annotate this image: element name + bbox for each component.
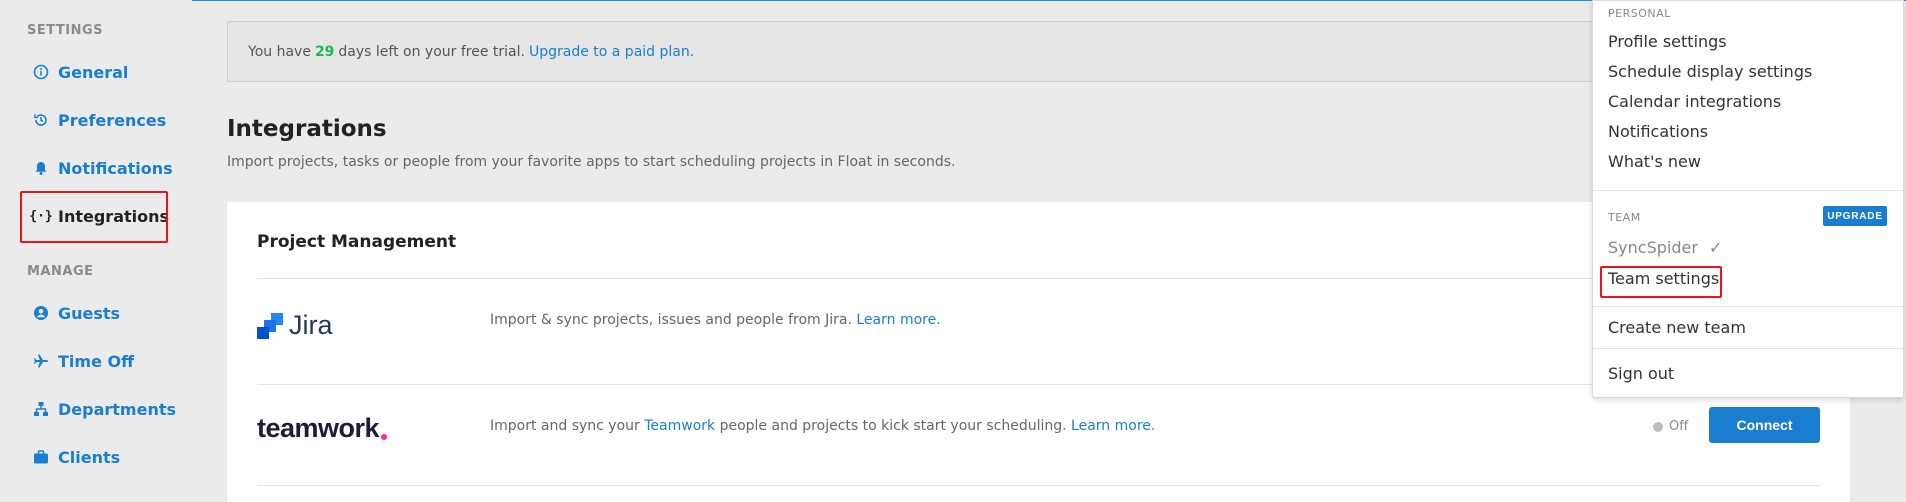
personal-section-title: PERSONAL xyxy=(1608,7,1671,20)
sidebar-item-label: Notifications xyxy=(58,158,173,178)
menu-item-create-new-team[interactable]: Create new team xyxy=(1608,318,1746,337)
trial-days: 29 xyxy=(314,43,335,60)
sidebar-item-preferences[interactable]: Preferences xyxy=(32,108,166,132)
trial-prefix: You have xyxy=(248,43,311,60)
sidebar-item-time-off[interactable]: Time Off xyxy=(32,349,134,373)
teamwork-status: Off xyxy=(1653,419,1688,434)
jira-wordmark: Jira xyxy=(289,310,333,340)
trial-suffix: days left on your free trial. xyxy=(338,43,525,60)
sidebar-item-departments[interactable]: Departments xyxy=(32,397,176,421)
status-dot-icon xyxy=(1653,421,1663,432)
team-section-title: TEAM xyxy=(1608,211,1641,224)
jira-icon xyxy=(257,312,283,339)
menu-separator xyxy=(1593,348,1903,349)
info-icon xyxy=(32,63,50,81)
divider xyxy=(257,278,1820,279)
briefcase-icon xyxy=(32,448,50,466)
settings-sidebar: SETTINGS General Preferences Notificatio… xyxy=(0,0,192,496)
sidebar-item-label: General xyxy=(58,62,129,82)
sidebar-item-general[interactable]: General xyxy=(32,60,128,84)
jira-description: Import & sync projects, issues and peopl… xyxy=(490,312,941,328)
sidebar-item-guests[interactable]: Guests xyxy=(32,301,120,325)
teamwork-description: Import and sync your Teamwork people and… xyxy=(490,418,1155,434)
sidebar-item-notifications[interactable]: Notifications xyxy=(32,156,173,180)
menu-separator xyxy=(1593,306,1903,307)
highlight-team-settings xyxy=(1600,266,1722,298)
teamwork-wordmark: teamwork xyxy=(257,413,380,443)
teamwork-desc-post: people and projects to kick start your s… xyxy=(719,418,1067,434)
sidebar-item-label: Guests xyxy=(58,303,121,323)
menu-item-current-team[interactable]: SyncSpider ✓ xyxy=(1608,238,1722,257)
check-icon: ✓ xyxy=(1709,238,1723,257)
highlight-integrations xyxy=(20,191,168,243)
user-circle-icon xyxy=(32,304,50,322)
jira-desc-text: Import & sync projects, issues and peopl… xyxy=(490,312,852,328)
menu-item-whats-new[interactable]: What's new xyxy=(1608,152,1701,171)
divider xyxy=(257,485,1820,486)
upgrade-link[interactable]: Upgrade to a paid plan. xyxy=(529,44,694,60)
menu-separator xyxy=(1593,190,1903,191)
sidebar-item-label: Departments xyxy=(58,399,177,419)
card-title: Project Management xyxy=(257,232,457,252)
team-name: SyncSpider xyxy=(1608,238,1698,257)
sidebar-item-label: Preferences xyxy=(58,110,167,130)
org-chart-icon xyxy=(32,400,50,418)
sidebar-item-clients[interactable]: Clients xyxy=(32,445,120,469)
settings-section-title: SETTINGS xyxy=(27,23,104,38)
status-label: Off xyxy=(1669,419,1689,434)
account-dropdown-menu: PERSONAL Profile settings Schedule displ… xyxy=(1592,0,1904,398)
teamwork-dot-icon xyxy=(381,433,388,440)
page-subtitle: Import projects, tasks or people from yo… xyxy=(227,154,956,170)
menu-item-profile-settings[interactable]: Profile settings xyxy=(1608,32,1727,51)
plane-icon xyxy=(32,352,50,370)
bell-icon xyxy=(32,159,50,177)
history-icon xyxy=(32,111,50,129)
divider xyxy=(257,384,1820,385)
page-title: Integrations xyxy=(227,116,387,142)
menu-item-schedule-display-settings[interactable]: Schedule display settings xyxy=(1608,62,1812,81)
teamwork-learn-more-link[interactable]: Learn more. xyxy=(1071,418,1155,434)
manage-section-title: MANAGE xyxy=(27,264,94,279)
jira-learn-more-link[interactable]: Learn more. xyxy=(856,312,940,328)
upgrade-button[interactable]: UPGRADE xyxy=(1823,206,1887,226)
menu-item-sign-out[interactable]: Sign out xyxy=(1608,364,1674,383)
teamwork-connect-button[interactable]: Connect xyxy=(1709,407,1820,443)
menu-item-notifications[interactable]: Notifications xyxy=(1608,122,1708,141)
teamwork-desc-pre: Import and sync your xyxy=(490,418,640,434)
sidebar-item-label: Time Off xyxy=(58,351,135,371)
jira-logo: Jira xyxy=(257,310,333,341)
menu-item-calendar-integrations[interactable]: Calendar integrations xyxy=(1608,92,1781,111)
teamwork-logo: teamwork xyxy=(257,413,388,444)
teamwork-link[interactable]: Teamwork xyxy=(644,418,715,434)
sidebar-item-label: Clients xyxy=(58,447,121,467)
